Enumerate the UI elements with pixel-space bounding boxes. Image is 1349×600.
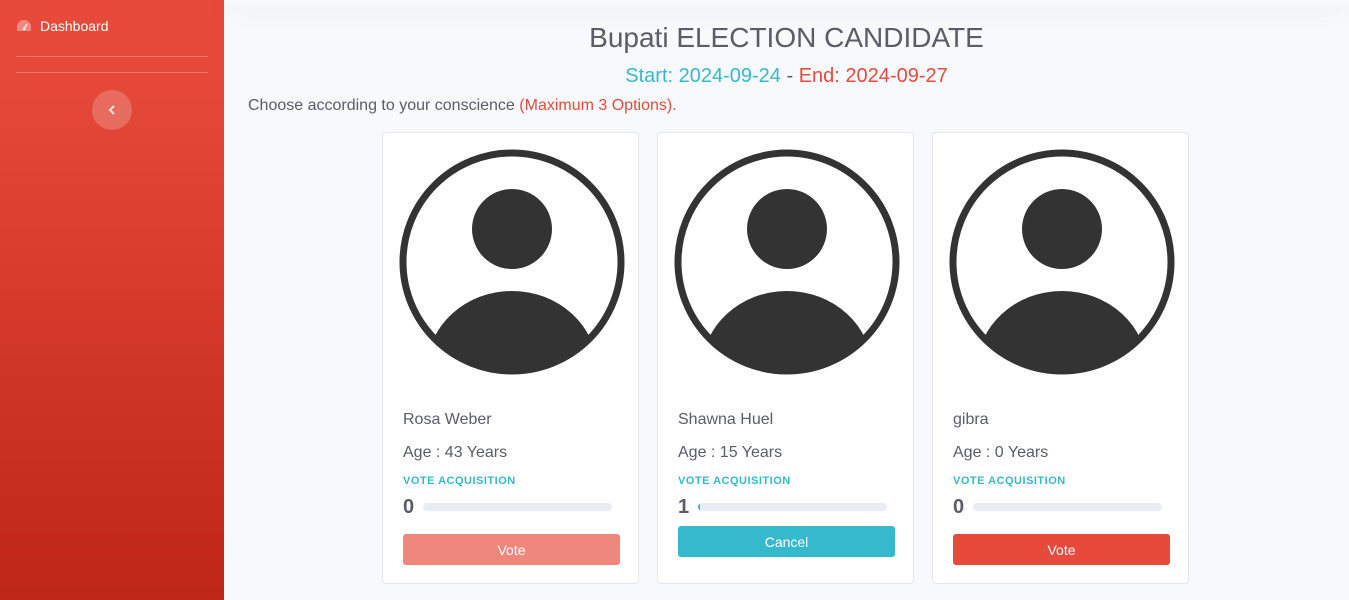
topbar bbox=[224, 0, 1349, 4]
sidebar-divider bbox=[16, 56, 208, 57]
date-separator: - bbox=[786, 65, 794, 87]
vote-count: 1 bbox=[678, 496, 690, 518]
sidebar-item-dashboard[interactable]: Dashboard bbox=[16, 18, 109, 34]
vote-count: 0 bbox=[403, 496, 415, 518]
sidebar: Dashboard bbox=[0, 0, 224, 600]
election-dates: Start: 2024-09-24 - End: 2024-09-27 bbox=[224, 65, 1349, 88]
end-date: End: 2024-09-27 bbox=[798, 65, 948, 87]
sidebar-item-label: Dashboard bbox=[40, 18, 109, 34]
candidate-name: gibra bbox=[953, 411, 989, 428]
max-options-note: (Maximum 3 Options). bbox=[519, 97, 677, 114]
candidate-name: Rosa Weber bbox=[403, 411, 492, 428]
vote-progress-bar bbox=[698, 503, 887, 511]
start-date: Start: 2024-09-24 bbox=[625, 65, 781, 87]
instruction-text: Choose according to your conscience (Max… bbox=[248, 97, 677, 115]
sidebar-divider bbox=[16, 72, 208, 73]
vote-progress-bar bbox=[423, 503, 612, 511]
vote-progress-bar bbox=[973, 503, 1162, 511]
user-avatar-icon bbox=[674, 149, 900, 375]
cancel-vote-button[interactable]: Cancel bbox=[678, 526, 895, 557]
chevron-left-icon bbox=[108, 105, 115, 115]
candidate-age: Age : 15 Years bbox=[678, 444, 783, 461]
candidate-card: Shawna Huel Age : 15 Years VOTE ACQUISIT… bbox=[657, 132, 914, 584]
candidate-card: Rosa Weber Age : 43 Years VOTE ACQUISITI… bbox=[382, 132, 639, 584]
instruction-main: Choose according to your conscience bbox=[248, 97, 515, 114]
vote-count: 0 bbox=[953, 496, 965, 518]
tachometer-icon bbox=[17, 20, 31, 31]
candidate-age: Age : 0 Years bbox=[953, 444, 1049, 461]
page-title: Bupati ELECTION CANDIDATE bbox=[589, 22, 984, 53]
vote-progress-fill bbox=[698, 503, 700, 511]
candidate-card: gibra Age : 0 Years VOTE ACQUISITION 0 V… bbox=[932, 132, 1189, 584]
vote-acquisition-label: VOTE ACQUISITION bbox=[678, 475, 791, 487]
user-avatar-icon bbox=[399, 149, 625, 375]
candidate-name: Shawna Huel bbox=[678, 411, 774, 428]
vote-acquisition-label: VOTE ACQUISITION bbox=[953, 475, 1066, 487]
vote-button[interactable]: Vote bbox=[953, 534, 1170, 565]
vote-button[interactable]: Vote bbox=[403, 534, 620, 565]
user-avatar-icon bbox=[949, 149, 1175, 375]
candidate-age: Age : 43 Years bbox=[403, 444, 508, 461]
sidebar-toggle-button[interactable] bbox=[92, 90, 132, 130]
vote-acquisition-label: VOTE ACQUISITION bbox=[403, 475, 516, 487]
